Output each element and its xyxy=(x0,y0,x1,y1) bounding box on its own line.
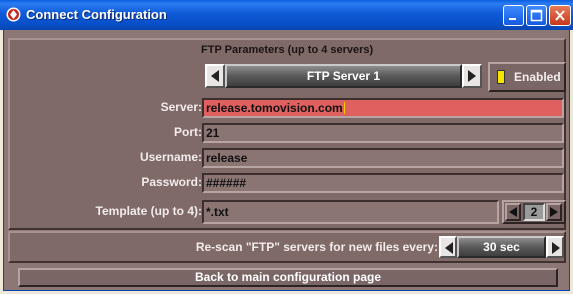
port-value: 21 xyxy=(206,126,220,140)
back-to-main-button[interactable]: Back to main configuration page xyxy=(18,268,558,287)
template-index-stepper: 2 xyxy=(502,200,566,224)
maximize-icon xyxy=(530,9,543,22)
server-input[interactable]: release.tomovision.com xyxy=(202,98,564,118)
rescan-label: Re-scan "FTP" servers for new files ever… xyxy=(195,240,438,254)
arrow-right-icon xyxy=(468,70,476,82)
close-button[interactable] xyxy=(549,5,571,26)
server-label: Server: xyxy=(160,100,202,114)
arrow-left-icon xyxy=(211,70,219,82)
title-bar[interactable]: Connect Configuration xyxy=(0,0,573,30)
next-server-button[interactable] xyxy=(462,64,482,88)
template-index: 2 xyxy=(523,203,545,221)
password-value: ###### xyxy=(206,176,247,190)
arrow-right-icon xyxy=(552,242,560,254)
back-button-label: Back to main configuration page xyxy=(194,270,382,284)
template-prev-button[interactable] xyxy=(505,203,521,221)
port-input[interactable]: 21 xyxy=(202,123,564,143)
enabled-indicator-icon xyxy=(497,70,505,84)
app-icon xyxy=(6,7,21,22)
server-selector-label: FTP Server 1 xyxy=(306,69,381,83)
rescan-panel: Re-scan "FTP" servers for new files ever… xyxy=(8,231,566,263)
rescan-decrease-button[interactable] xyxy=(439,236,457,258)
arrow-left-icon xyxy=(445,242,453,254)
server-selector[interactable]: FTP Server 1 xyxy=(225,64,462,88)
minimize-icon xyxy=(509,18,516,20)
rescan-increase-button[interactable] xyxy=(546,236,564,258)
ftp-section-title: FTP Parameters (up to 4 servers) xyxy=(201,44,374,56)
previous-server-button[interactable] xyxy=(205,64,225,88)
username-input[interactable]: release xyxy=(202,148,564,168)
rescan-interval[interactable]: 30 sec xyxy=(457,236,546,258)
enabled-label: Enabled xyxy=(514,70,561,84)
template-input[interactable]: *.txt xyxy=(202,200,499,224)
close-icon xyxy=(555,10,565,21)
server-value: release.tomovision.com xyxy=(206,101,343,115)
maximize-button[interactable] xyxy=(526,5,547,26)
text-caret xyxy=(343,102,345,114)
window-title: Connect Configuration xyxy=(26,7,167,22)
port-label: Port: xyxy=(174,125,202,139)
template-value: *.txt xyxy=(206,205,229,219)
arrow-left-icon xyxy=(509,207,517,217)
template-next-button[interactable] xyxy=(546,203,562,221)
template-label: Template (up to 4): xyxy=(95,204,202,218)
username-value: release xyxy=(206,151,248,165)
arrow-right-icon xyxy=(550,207,558,217)
rescan-interval-value: 30 sec xyxy=(483,240,520,254)
window-client: FTP Parameters (up to 4 servers) FTP Ser… xyxy=(3,30,570,291)
password-label: Password: xyxy=(141,175,202,189)
enabled-toggle[interactable]: Enabled xyxy=(488,62,566,92)
ftp-parameters-panel: FTP Parameters (up to 4 servers) FTP Ser… xyxy=(8,38,566,230)
password-input[interactable]: ###### xyxy=(202,173,564,193)
minimize-button[interactable] xyxy=(503,5,524,26)
username-label: Username: xyxy=(139,150,202,164)
